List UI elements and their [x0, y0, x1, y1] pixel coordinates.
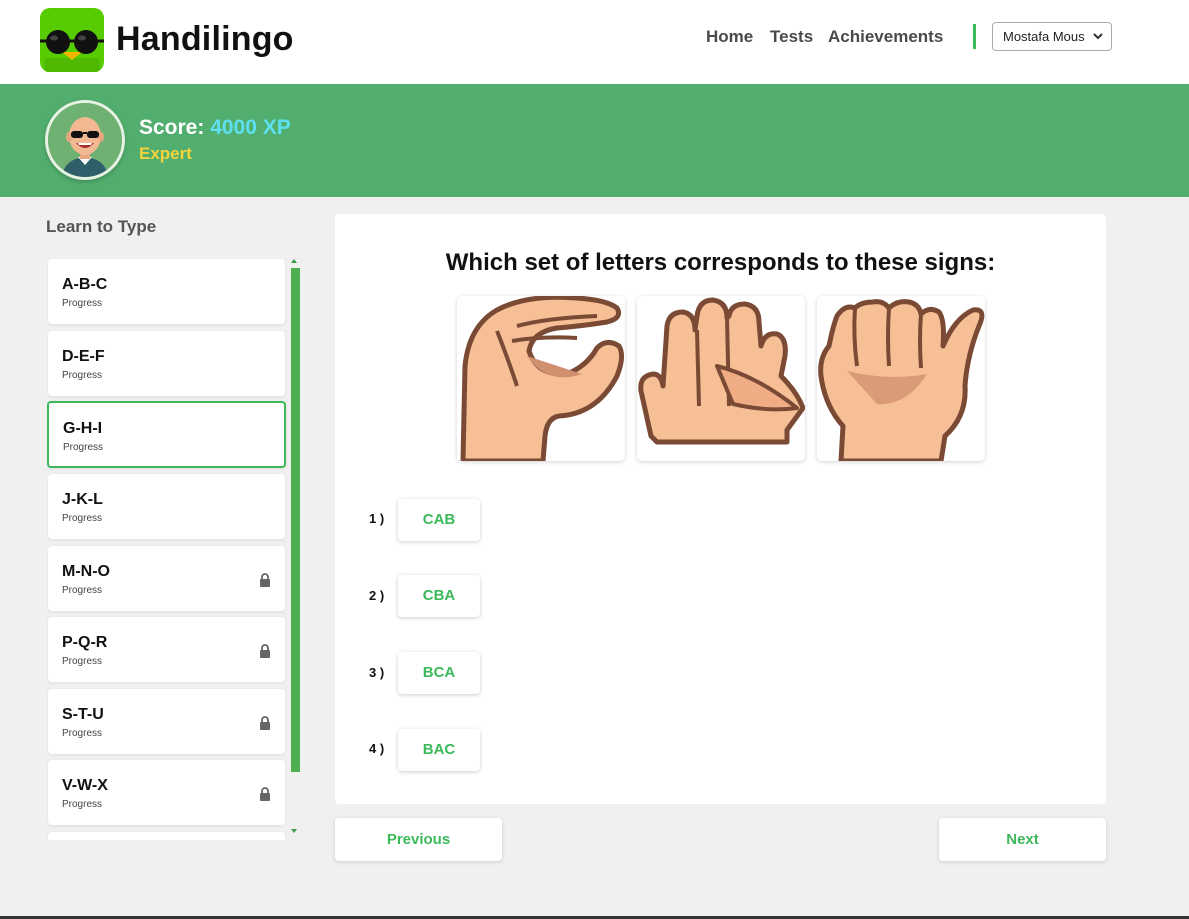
lesson-name: D-E-F [62, 348, 105, 365]
lesson-item-def[interactable]: D-E-F Progress [48, 331, 285, 396]
avatar [45, 100, 125, 180]
user-select[interactable]: Mostafa Mous [992, 22, 1112, 51]
lesson-list[interactable]: A-B-C Progress D-E-F Progress G-H-I Prog… [47, 258, 288, 840]
question-panel: Which set of letters corresponds to thes… [335, 214, 1106, 804]
hand-sign-c-icon [457, 296, 625, 461]
lesson-name: S-T-U [62, 706, 104, 723]
lesson-progress-label: Progress [62, 656, 103, 667]
hand-sign-a-icon [637, 296, 805, 461]
answer-option-2-button[interactable]: CBA [398, 575, 480, 617]
answer-option-1-button[interactable]: CAB [398, 499, 480, 541]
score-value: 4000 XP [210, 116, 291, 139]
nav-home-link[interactable]: Home [706, 27, 753, 47]
profile-banner [0, 84, 1189, 197]
lesson-progress-label: Progress [62, 513, 103, 524]
lesson-item-abc[interactable]: A-B-C Progress [48, 259, 285, 324]
lesson-name: J-K-L [62, 491, 103, 508]
hand-sign-b-icon [817, 296, 985, 461]
nav-achievements-link[interactable]: Achievements [828, 27, 943, 47]
previous-button[interactable]: Previous [335, 818, 502, 861]
option-number: 1 ) [369, 511, 385, 526]
lesson-progress-label: Progress [62, 799, 103, 810]
rank-label: Expert [139, 144, 192, 163]
lock-icon [260, 644, 270, 658]
lesson-name: G-H-I [63, 420, 103, 437]
nav-divider [973, 24, 976, 49]
lesson-progress-label: Progress [63, 442, 104, 453]
option-number: 2 ) [369, 588, 385, 603]
lesson-item-ghi[interactable]: G-H-I Progress [47, 401, 286, 468]
lock-icon [260, 573, 270, 587]
lesson-progress-label: Progress [62, 728, 103, 739]
option-number: 4 ) [369, 741, 385, 756]
lesson-item-vwx[interactable]: V-W-X Progress [48, 760, 285, 825]
logo-icon[interactable] [40, 8, 104, 72]
top-bar: Handilingo Home Tests Achievements Mosta… [0, 0, 1189, 84]
lesson-name: A-B-C [62, 276, 108, 293]
lesson-name: P-Q-R [62, 634, 108, 651]
answer-option-3-button[interactable]: BCA [398, 652, 480, 694]
lesson-item-pqr[interactable]: P-Q-R Progress [48, 617, 285, 682]
answer-option-4-button[interactable]: BAC [398, 729, 480, 771]
next-button[interactable]: Next [939, 818, 1106, 861]
lesson-item-stu[interactable]: S-T-U Progress [48, 689, 285, 754]
lock-icon [260, 787, 270, 801]
lesson-item-partial[interactable] [48, 832, 285, 840]
nav-tests-link[interactable]: Tests [770, 27, 813, 47]
lesson-item-jkl[interactable]: J-K-L Progress [48, 474, 285, 539]
lesson-name: V-W-X [62, 777, 108, 794]
sidebar-scrollbar-thumb[interactable] [291, 268, 300, 772]
scroll-up-arrow[interactable] [291, 259, 297, 263]
score-label: Score: [139, 116, 205, 139]
app-title: Handilingo [116, 20, 294, 58]
chevron-down-icon [1093, 33, 1103, 40]
lesson-progress-label: Progress [62, 298, 103, 309]
question-text: Which set of letters corresponds to thes… [445, 249, 996, 276]
sidebar-title: Learn to Type [46, 217, 157, 236]
option-number: 3 ) [369, 665, 385, 680]
lock-icon [260, 716, 270, 730]
scroll-down-arrow[interactable] [291, 829, 297, 833]
score-display: Score: 4000 XP [139, 116, 291, 140]
lesson-progress-label: Progress [62, 585, 103, 596]
lesson-progress-label: Progress [62, 370, 103, 381]
lesson-item-mno[interactable]: M-N-O Progress [48, 546, 285, 611]
lesson-name: M-N-O [62, 563, 110, 580]
user-select-value: Mostafa Mous [1003, 29, 1085, 44]
